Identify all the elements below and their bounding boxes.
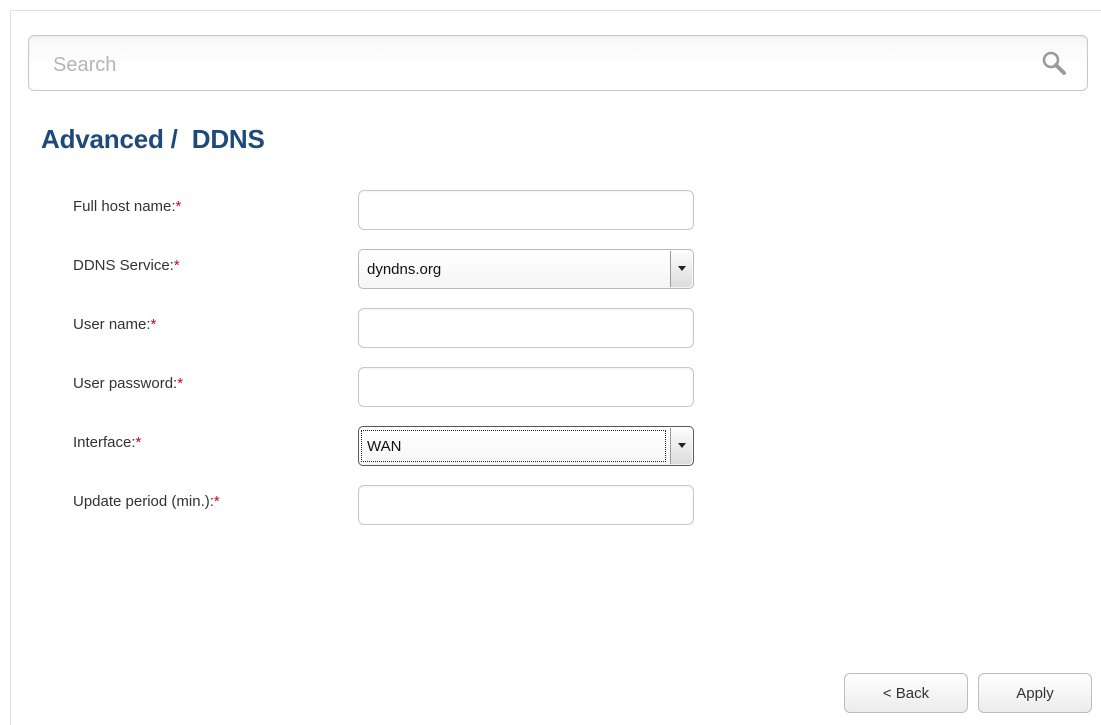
form-row-user-password: User password:* <box>0 367 1101 407</box>
form-row-user-name: User name:* <box>0 308 1101 348</box>
ddns-service-select[interactable]: dyndns.org <box>358 249 694 289</box>
interface-value: WAN <box>367 438 402 455</box>
required-marker: * <box>175 198 182 215</box>
required-marker: * <box>213 493 220 510</box>
chevron-down-icon[interactable] <box>670 428 692 464</box>
user-name-label: User name:* <box>73 316 157 333</box>
chevron-down-icon[interactable] <box>670 251 692 287</box>
interface-select[interactable]: WAN <box>358 426 694 466</box>
form-row-full-host-name: Full host name:* <box>0 190 1101 230</box>
interface-label: Interface:* <box>73 434 142 451</box>
search-icon[interactable] <box>1039 48 1069 78</box>
user-name-input[interactable] <box>358 308 694 348</box>
required-marker: * <box>173 257 180 274</box>
user-password-input[interactable] <box>358 367 694 407</box>
form-row-ddns-service: DDNS Service:* dyndns.org <box>0 249 1101 289</box>
required-marker: * <box>135 434 142 451</box>
form-row-update-period: Update period (min.):* <box>0 485 1101 525</box>
form-row-interface: Interface:* WAN <box>0 426 1101 466</box>
update-period-input[interactable] <box>358 485 694 525</box>
update-period-label: Update period (min.):* <box>73 493 220 510</box>
ddns-service-value: dyndns.org <box>367 261 442 278</box>
required-marker: * <box>177 375 184 392</box>
search-bar[interactable] <box>28 35 1088 91</box>
ddns-service-label: DDNS Service:* <box>73 257 180 274</box>
full-host-name-label: Full host name:* <box>73 198 182 215</box>
user-password-label: User password:* <box>73 375 184 392</box>
page-title: Advanced / DDNS <box>41 124 265 154</box>
focus-ring <box>361 430 666 462</box>
search-input[interactable] <box>51 50 1015 80</box>
apply-button[interactable]: Apply <box>978 673 1092 713</box>
full-host-name-input[interactable] <box>358 190 694 230</box>
back-button[interactable]: < Back <box>844 673 968 713</box>
required-marker: * <box>150 316 157 333</box>
